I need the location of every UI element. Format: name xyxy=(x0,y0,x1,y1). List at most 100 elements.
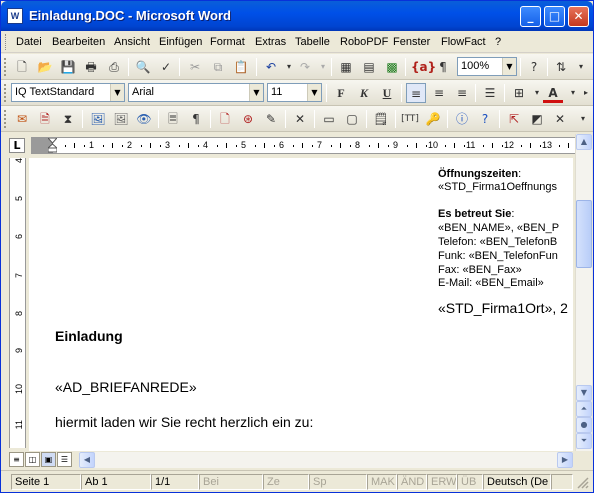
toolbar-options-icon[interactable]: ▾ xyxy=(571,57,591,77)
scroll-down-icon[interactable]: ▼ xyxy=(576,385,592,401)
menu-flowfact[interactable]: FlowFact xyxy=(441,36,486,48)
spellcheck-icon[interactable]: ✓ xyxy=(156,57,176,77)
hourglass-icon[interactable]: ⧗ xyxy=(58,109,78,129)
normal-view-icon[interactable]: ≡ xyxy=(9,452,24,467)
toolbar-options-icon[interactable]: ▸ xyxy=(576,83,594,103)
close-button[interactable]: ✕ xyxy=(568,6,589,27)
help-circle-icon[interactable]: ? xyxy=(475,109,495,129)
horizontal-ruler[interactable]: 1 2 3 4 5 6 7 8 9 10 11 12 13 xyxy=(31,137,575,154)
font-select[interactable]: Arial ▼ xyxy=(128,83,264,102)
scroll-up-icon[interactable]: ▲ xyxy=(576,134,592,150)
edit-doc-icon[interactable]: ✎ xyxy=(261,109,281,129)
insert-picture-icon[interactable]: 🖼 xyxy=(88,109,108,129)
menu-bearbeiten[interactable]: Bearbeiten xyxy=(52,36,105,48)
chevron-down-icon[interactable]: ▼ xyxy=(110,84,124,101)
font-color-icon[interactable]: A xyxy=(543,83,563,103)
undo-icon[interactable]: ↶ xyxy=(261,57,281,77)
field-codes-icon[interactable]: {a} xyxy=(411,57,436,77)
select-browse-object-icon[interactable]: ● xyxy=(576,417,592,433)
menu-datei[interactable]: Datei xyxy=(16,36,42,48)
key-icon[interactable]: 🔑 xyxy=(423,109,443,129)
toolbar-options-icon[interactable]: ▾ xyxy=(573,109,593,129)
vertical-ruler[interactable]: 4 5 6 7 8 9 10 11 xyxy=(9,158,26,448)
insert-excel-icon[interactable]: ▩ xyxy=(382,57,402,77)
menu-einfuegen[interactable]: Einfügen xyxy=(159,36,202,48)
align-right-icon[interactable]: ≡ xyxy=(452,83,472,103)
menu-fenster[interactable]: Fenster xyxy=(393,36,430,48)
zoom-select[interactable]: 100% ▼ xyxy=(457,57,517,76)
record-icon[interactable]: ⊛ xyxy=(238,109,258,129)
toolbar-grip[interactable] xyxy=(4,84,7,102)
sort-icon[interactable]: ⇅ xyxy=(551,57,571,77)
view-eye-icon[interactable]: 👁 xyxy=(134,109,154,129)
show-formatting-icon[interactable]: ¶ xyxy=(433,57,453,77)
web-layout-icon[interactable]: ◫ xyxy=(25,452,40,467)
previous-page-icon[interactable]: ⏶ xyxy=(576,401,592,417)
indent-marker-icon[interactable] xyxy=(46,137,59,153)
tab-selector[interactable]: L xyxy=(9,138,25,153)
scroll-thumb[interactable] xyxy=(576,200,592,268)
italic-button[interactable]: K xyxy=(354,83,374,103)
menu-robopdf[interactable]: RoboPDF xyxy=(340,36,388,48)
insert-table-icon[interactable]: ▤ xyxy=(359,57,379,77)
copy-icon[interactable]: ⧉ xyxy=(208,57,228,77)
status-spelling-icon[interactable] xyxy=(551,474,573,490)
status-macro-record[interactable]: MAK xyxy=(367,474,397,490)
align-left-icon[interactable]: ≡ xyxy=(406,83,426,103)
fax-icon[interactable]: ⎙ xyxy=(104,57,124,77)
outline-view-icon[interactable]: ☰ xyxy=(57,452,72,467)
flowfact-envelope-icon[interactable]: ✉ xyxy=(12,109,32,129)
delete-x-icon[interactable]: ✕ xyxy=(290,109,310,129)
contrast-icon[interactable]: ◩ xyxy=(527,109,547,129)
status-overtype[interactable]: ÜB xyxy=(457,474,483,490)
cut-icon[interactable]: ✂ xyxy=(185,57,205,77)
toolbar-grip[interactable] xyxy=(4,110,7,128)
open-folder-icon[interactable]: 📂 xyxy=(35,57,55,77)
info-icon[interactable]: ⓘ xyxy=(452,109,472,129)
flowfact-doc-icon[interactable]: 🗎 xyxy=(35,109,55,129)
status-track-changes[interactable]: ÄND xyxy=(397,474,427,490)
document-page[interactable]: Öffnungszeiten: «STD_Firma1Oeffnungs Es … xyxy=(29,158,573,451)
close-doc-icon[interactable]: ✕ xyxy=(550,109,570,129)
menu-grip[interactable] xyxy=(5,34,8,50)
paste-icon[interactable]: 📋 xyxy=(231,57,251,77)
document-icon[interactable]: 🗏 xyxy=(163,109,183,129)
maximize-button[interactable]: □ xyxy=(544,6,565,27)
notes-icon[interactable]: 🗒 xyxy=(371,109,391,129)
window-icon[interactable]: ▭ xyxy=(319,109,339,129)
new-document-icon[interactable]: 🗋 xyxy=(12,57,32,77)
bold-button[interactable]: F xyxy=(331,83,351,103)
chevron-down-icon[interactable]: ▼ xyxy=(502,58,516,75)
frame-icon[interactable]: ▢ xyxy=(342,109,362,129)
save-icon[interactable]: 💾 xyxy=(58,57,78,77)
scroll-left-icon[interactable]: ◀ xyxy=(79,452,95,468)
menu-format[interactable]: Format xyxy=(210,36,245,48)
font-size-select[interactable]: 11 ▼ xyxy=(267,83,322,102)
tt-field-icon[interactable]: [TT] xyxy=(400,109,420,129)
minimize-button[interactable]: _ xyxy=(520,6,541,27)
menu-extras[interactable]: Extras xyxy=(255,36,286,48)
print-preview-icon[interactable]: 🔍 xyxy=(133,57,153,77)
scroll-right-icon[interactable]: ▶ xyxy=(557,452,573,468)
bullets-icon[interactable]: ☰ xyxy=(480,83,500,103)
borders-icon[interactable]: ⊞ xyxy=(509,83,529,103)
delete-doc-icon[interactable]: 🗋 xyxy=(215,109,235,129)
print-icon[interactable]: 🖶 xyxy=(81,57,101,77)
status-language[interactable]: Deutsch (De xyxy=(483,474,551,490)
toolbar-grip[interactable] xyxy=(4,58,7,76)
style-select[interactable]: IQ TextStandard ▼ xyxy=(11,83,125,102)
word-app-icon[interactable]: W xyxy=(7,8,23,24)
horizontal-scrollbar[interactable]: ◀ ▶ xyxy=(79,452,573,468)
print-layout-icon[interactable]: ▣ xyxy=(41,452,56,467)
redo-dropdown-icon[interactable]: ▾ xyxy=(313,57,333,77)
vertical-scrollbar[interactable]: ▲ ▼ ⏶ ● ⏷ xyxy=(575,134,592,451)
align-center-icon[interactable]: ≡ xyxy=(429,83,449,103)
chevron-down-icon[interactable]: ▼ xyxy=(307,84,321,101)
menu-ansicht[interactable]: Ansicht xyxy=(114,36,150,48)
export-icon[interactable]: ⇱ xyxy=(504,109,524,129)
underline-button[interactable]: U xyxy=(377,83,397,103)
picture-gray-icon[interactable]: 🖼 xyxy=(111,109,131,129)
menu-tabelle[interactable]: Tabelle xyxy=(295,36,330,48)
paragraph-plus-icon[interactable]: ¶ xyxy=(186,109,206,129)
menu-help[interactable]: ? xyxy=(495,36,501,48)
